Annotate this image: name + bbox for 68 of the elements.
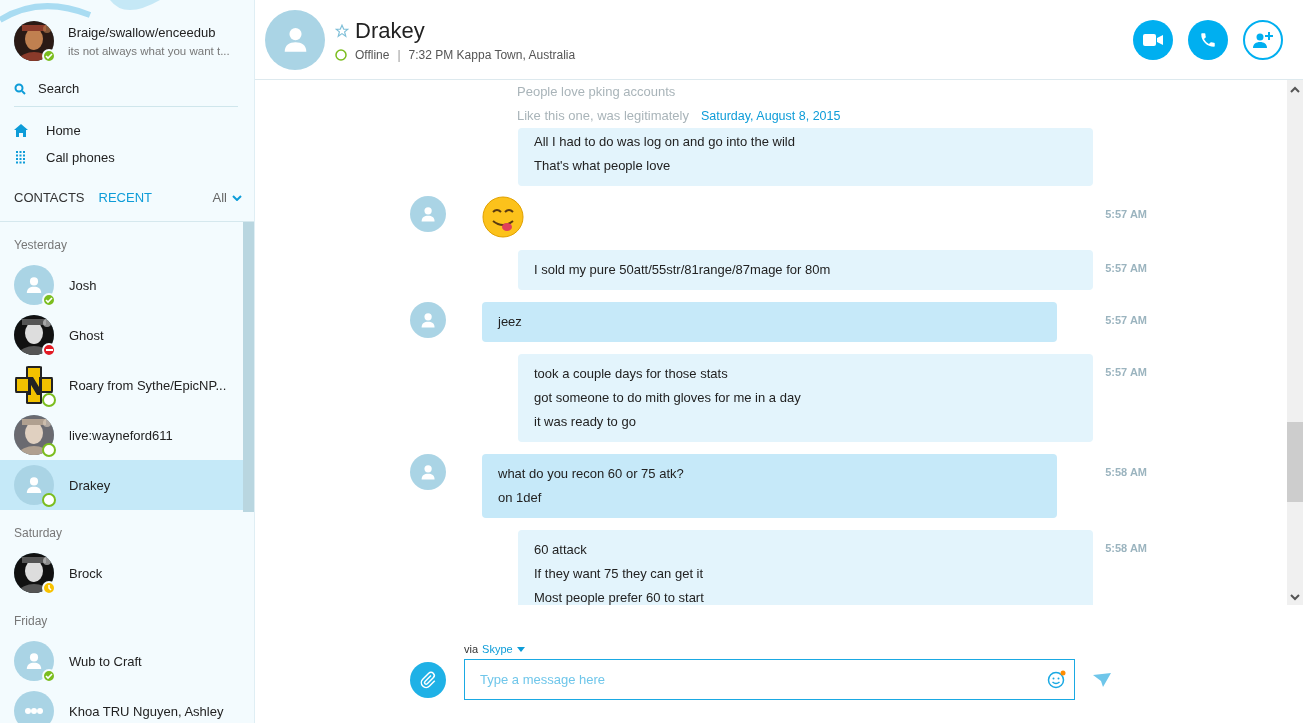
- contact-item[interactable]: Khoa TRU Nguyen, Ashley: [0, 686, 243, 723]
- search-icon: [14, 82, 26, 95]
- filter-dropdown[interactable]: All: [212, 190, 227, 205]
- contact-item[interactable]: Brock: [0, 548, 243, 598]
- faded-message: Like this one, was legitimately: [516, 107, 689, 125]
- message-time: 5:57 AM: [1105, 365, 1147, 378]
- video-button[interactable]: [1133, 19, 1173, 60]
- dialpad-icon: [14, 151, 28, 164]
- person-icon: [25, 476, 43, 494]
- phone-icon: [1199, 30, 1217, 49]
- tongue-emoji-icon: [482, 196, 524, 238]
- received-message: what do you recon 60 or 75 atk? on 1def: [482, 454, 1057, 518]
- separator: |: [397, 47, 401, 62]
- sent-message: 60 attack If they want 75 they can get it Most people prefer 60 to start: [518, 530, 1093, 605]
- call-button[interactable]: [1188, 19, 1228, 60]
- date-divider: Saturday, August 8, 2015: [701, 109, 841, 123]
- cross-logo-icon: [14, 365, 54, 405]
- list-tab[interactable]: CONTACTS: [14, 190, 85, 205]
- nav-item[interactable]: Home: [46, 123, 81, 138]
- star-icon[interactable]: [335, 23, 349, 38]
- contact-item[interactable]: Drakey: [0, 460, 243, 510]
- contact-item[interactable]: live:wayneford611: [0, 410, 243, 460]
- faded-message: People love pking accounts: [516, 83, 677, 101]
- status-text: Offline: [355, 47, 390, 62]
- message-time: 5:57 AM: [1105, 261, 1147, 274]
- scroll-up-icon[interactable]: [1290, 86, 1300, 94]
- sent-message: I sold my pure 50att/55str/81range/87mage for 80m: [518, 250, 1093, 290]
- chevron-down-icon: [232, 194, 242, 201]
- add-person-icon: [1252, 30, 1274, 49]
- date-heading: Saturday: [13, 525, 64, 542]
- contact-item[interactable]: Ghost: [0, 310, 243, 360]
- person-icon: [419, 311, 437, 329]
- person-icon: [419, 205, 437, 223]
- contact-item[interactable]: Josh: [0, 260, 243, 310]
- message-time: 5:58 AM: [1105, 465, 1147, 478]
- sent-message: took a couple days for those stats got someone to do mith gloves for me in a day it was ready to go: [518, 354, 1093, 442]
- video-camera-icon: [1143, 33, 1163, 46]
- received-message: jeez: [482, 302, 1057, 342]
- scrollbar-thumb[interactable]: [1287, 422, 1303, 502]
- person-icon: [419, 463, 437, 481]
- message-time: 5:57 AM: [1105, 207, 1147, 220]
- scrollbar-thumb[interactable]: [243, 222, 254, 512]
- via-label: via: [464, 643, 479, 655]
- contact-item[interactable]: Wub to Craft: [0, 636, 243, 686]
- person-icon: [25, 276, 43, 294]
- nav-item[interactable]: Call phones: [46, 150, 115, 165]
- home-icon: [14, 124, 28, 137]
- mood-message: its not always what you want t...: [68, 45, 230, 57]
- caret-icon[interactable]: [516, 646, 525, 652]
- profile-name: Braige/swallow/enceedub: [68, 25, 217, 40]
- scroll-down-icon[interactable]: [1290, 593, 1300, 601]
- paperclip-icon: [419, 670, 437, 689]
- date-heading: Friday: [13, 613, 49, 630]
- add-person-button[interactable]: [1243, 19, 1283, 60]
- message-field[interactable]: Type a message here: [464, 659, 1075, 700]
- message-time: 5:58 AM: [1105, 541, 1147, 554]
- contact-item[interactable]: Roary from Sythe/EpicNP...: [0, 360, 243, 410]
- message-time: 5:57 AM: [1105, 313, 1147, 326]
- contact-name: Drakey: [355, 17, 425, 44]
- send-icon[interactable]: [1093, 672, 1111, 687]
- local-time: 7:32 PM Kappa Town, Australia: [408, 47, 576, 62]
- sent-message: All I had to do was log on and go into the wild That's what people love: [518, 128, 1093, 186]
- date-heading: Yesterday: [13, 237, 68, 254]
- emoticon-icon[interactable]: [1047, 669, 1067, 689]
- group-icon: [23, 708, 45, 714]
- person-icon: [25, 652, 43, 670]
- attach-button[interactable]: [410, 661, 446, 698]
- search-link[interactable]: Search: [38, 81, 80, 96]
